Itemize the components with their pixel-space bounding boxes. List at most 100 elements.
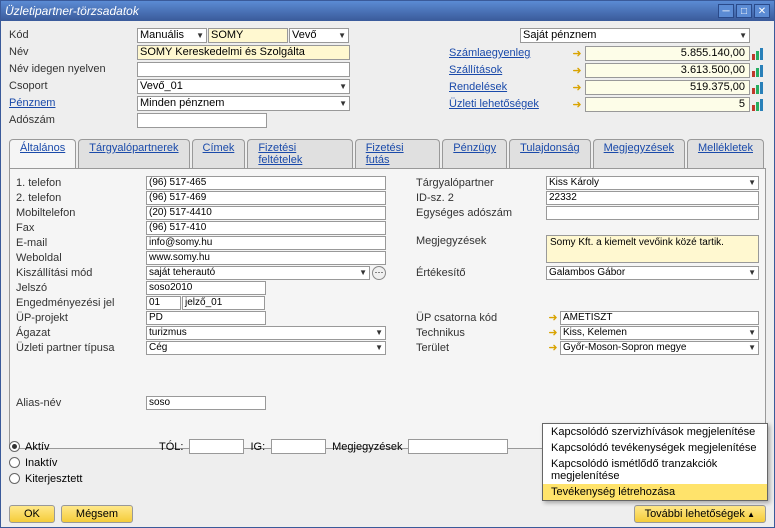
penznem-label[interactable]: Pénznem [9,97,137,109]
terulet-label: Terület [416,342,546,354]
up-csatorna-input[interactable]: AMETISZT [560,311,759,325]
egyseges-input[interactable] [546,206,759,220]
link-arrow-icon[interactable]: ➜ [569,81,585,94]
egyseges-label: Egységes adószám [416,207,546,219]
tab-penzugy[interactable]: Pénzügy [442,139,507,168]
engedmeny1-input[interactable]: 01 [146,296,181,310]
tab-fizetesi-feltetelek[interactable]: Fizetési feltételek [247,139,352,168]
tab-bar: Általános Tárgyalópartnerek Címek Fizeté… [9,139,766,169]
jelszo-input[interactable]: soso2010 [146,281,266,295]
agazat-select[interactable]: turizmus [146,326,386,340]
kod-mode-select[interactable]: Manuális [137,28,207,43]
tel2-label: 2. telefon [16,192,146,204]
tab-body-altalanos: 1. telefon(96) 517-465 2. telefon(96) 51… [9,169,766,449]
chart-icon[interactable] [752,80,766,94]
up-tipusa-select[interactable]: Cég [146,341,386,355]
aktiv-label: Aktív [25,441,49,453]
chart-icon[interactable] [752,63,766,77]
menu-item-tevekenysegek[interactable]: Kapcsolódó tevékenységek megjelenítése [543,440,767,456]
mobil-input[interactable]: (20) 517-4410 [146,206,386,220]
web-label: Weboldal [16,252,146,264]
detail-icon[interactable]: ⋯ [372,266,386,280]
content-area: Kód Manuális SOMY Vevő Név SOMY Keresked… [1,21,774,527]
kod-input[interactable]: SOMY [208,28,288,43]
adoszam-label: Adószám [9,114,137,126]
uzleti-lehetosegek-value: 5 [585,97,750,112]
megjegyzesek-bottom-label: Megjegyzések [332,441,402,453]
penznem-select[interactable]: Minden pénznem [137,96,350,111]
menu-item-tevekenyseg-letrehozasa[interactable]: Tevékenység létrehozása [543,484,767,500]
adoszam-input[interactable] [137,113,267,128]
menu-item-szervizhivasok[interactable]: Kapcsolódó szervizhívások megjelenítése [543,424,767,440]
ertekesito-label: Értékesítő [416,267,546,279]
engedmeny2-input[interactable]: jelző_01 [182,296,265,310]
nev-idegen-input[interactable] [137,62,350,77]
szallitasok-label[interactable]: Szállítások [449,64,569,76]
rendelesek-value: 519.375,00 [585,80,750,95]
radio-inaktiv[interactable] [9,457,20,468]
menu-item-ismetlodo[interactable]: Kapcsolódó ismétlődő tranzakciók megjele… [543,456,767,484]
link-arrow-icon[interactable]: ➜ [569,47,585,60]
csoport-select[interactable]: Vevő_01 [137,79,350,94]
email-input[interactable]: info@somy.hu [146,236,386,250]
targyalopartner-select[interactable]: Kiss Károly [546,176,759,190]
kiszallitasi-select[interactable]: saját teherautó [146,266,370,280]
tol-input[interactable] [189,439,244,454]
sajat-penznem-select[interactable]: Saját pénznem [520,28,750,43]
megjegyzesek-bottom-input[interactable] [408,439,508,454]
link-arrow-icon[interactable]: ➜ [546,341,560,354]
tab-targyalopartnerek[interactable]: Tárgyalópartnerek [78,139,189,168]
titlebar: Üzletipartner-törzsadatok ─ □ ✕ [1,1,774,21]
minimize-button[interactable]: ─ [718,4,734,18]
tab-mellekletek[interactable]: Mellékletek [687,139,764,168]
idsz2-input[interactable]: 22332 [546,191,759,205]
targyalopartner-label: Tárgyalópartner [416,177,546,189]
ertekesito-select[interactable]: Galambos Gábor [546,266,759,280]
tel1-input[interactable]: (96) 517-465 [146,176,386,190]
kod-label: Kód [9,29,137,41]
rendelesek-label[interactable]: Rendelések [449,81,569,93]
technikus-select[interactable]: Kiss, Kelemen [560,326,759,340]
tel1-label: 1. telefon [16,177,146,189]
uzleti-lehetosegek-label[interactable]: Üzleti lehetőségek [449,98,569,110]
fax-input[interactable]: (96) 517-410 [146,221,386,235]
szamlaegyenleg-label[interactable]: Számlaegyenleg [449,47,569,59]
kod-type-select[interactable]: Vevő [289,28,349,43]
nev-input[interactable]: SOMY Kereskedelmi és Szolgálta [137,45,350,60]
tovabbi-lehetosegek-button[interactable]: További lehetőségek [634,505,766,523]
chart-icon[interactable] [752,97,766,111]
chart-icon[interactable] [752,46,766,60]
window-title: Üzletipartner-törzsadatok [5,4,716,18]
tol-label: TÓL: [159,441,183,453]
tab-cimek[interactable]: Címek [192,139,246,168]
ok-button[interactable]: OK [9,505,55,523]
ig-input[interactable] [271,439,326,454]
tab-fizetesi-futas[interactable]: Fizetési futás [355,139,441,168]
main-window: Üzletipartner-törzsadatok ─ □ ✕ Kód Manu… [0,0,775,528]
radio-aktiv[interactable] [9,441,20,452]
radio-kiterjesztett[interactable] [9,473,20,484]
link-arrow-icon[interactable]: ➜ [569,98,585,111]
tab-megjegyzesek[interactable]: Megjegyzések [593,139,685,168]
footer: OK Mégsem További lehetőségek [9,505,766,523]
megjegyzesek-textarea[interactable]: Somy Kft. a kiemelt vevőink közé tartik. [546,235,759,263]
tab-tulajdonsag[interactable]: Tulajdonság [509,139,591,168]
technikus-label: Technikus [416,327,546,339]
link-arrow-icon[interactable]: ➜ [546,311,560,324]
up-projekt-input[interactable]: PD [146,311,266,325]
web-input[interactable]: www.somy.hu [146,251,386,265]
link-arrow-icon[interactable]: ➜ [546,326,560,339]
csoport-label: Csoport [9,80,137,92]
jelszo-label: Jelszó [16,282,146,294]
up-tipusa-label: Üzleti partner típusa [16,342,146,354]
link-arrow-icon[interactable]: ➜ [569,64,585,77]
tab-altalanos[interactable]: Általános [9,139,76,168]
terulet-select[interactable]: Győr-Moson-Sopron megye [560,341,759,355]
megsem-button[interactable]: Mégsem [61,505,133,523]
close-button[interactable]: ✕ [754,4,770,18]
maximize-button[interactable]: □ [736,4,752,18]
idsz2-label: ID-sz. 2 [416,192,546,204]
up-projekt-label: ÜP-projekt [16,312,146,324]
tel2-input[interactable]: (96) 517-469 [146,191,386,205]
alias-input[interactable]: soso [146,396,266,410]
